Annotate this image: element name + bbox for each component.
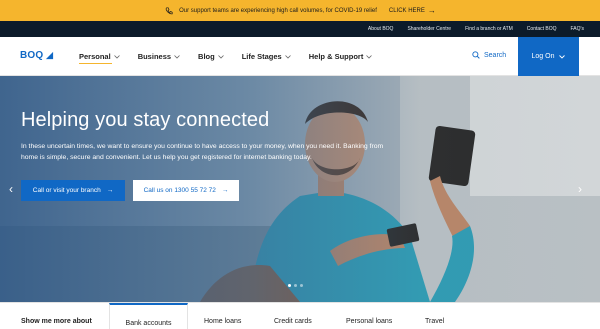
chevron-down-icon <box>217 54 224 59</box>
carousel-next-button[interactable]: › <box>578 182 582 196</box>
primary-menu: Personal Business Blog Life Stages Help … <box>79 37 373 76</box>
menu-label: Life Stages <box>241 52 282 61</box>
utility-link-find-branch[interactable]: Find a branch or ATM <box>465 26 513 32</box>
hero-title: Helping you stay connected <box>21 109 270 131</box>
menu-label: Business <box>137 52 172 61</box>
button-label: Call or visit your branch <box>32 187 101 194</box>
alert-cta-label: CLICK HERE <box>388 7 425 14</box>
tab-personal-loans[interactable]: Personal loans <box>346 318 392 325</box>
utility-link-shareholder[interactable]: Shareholder Centre <box>407 26 451 32</box>
hero-carousel: Helping you stay connected In these unce… <box>0 76 600 302</box>
logo-text: BOQ <box>20 50 44 61</box>
search-icon <box>472 51 480 59</box>
tab-home-loans[interactable]: Home loans <box>204 318 241 325</box>
utility-link-about[interactable]: About BOQ <box>368 26 394 32</box>
carousel-prev-button[interactable]: ‹ <box>9 182 13 196</box>
chevron-left-icon: ‹ <box>9 182 13 196</box>
menu-item-help-support[interactable]: Help & Support <box>309 37 373 76</box>
arrow-right-icon: → <box>221 187 229 194</box>
hero-body: In these uncertain times, we want to ens… <box>21 143 384 161</box>
menu-item-life-stages[interactable]: Life Stages <box>242 37 291 76</box>
tab-travel[interactable]: Travel <box>425 318 444 325</box>
chevron-down-icon <box>559 54 566 59</box>
alert-banner: Our support teams are experiencing high … <box>0 0 600 21</box>
boq-logo[interactable]: BOQ <box>20 50 54 61</box>
carousel-indicators <box>288 284 303 287</box>
button-label: Call us on 1300 55 72 72 <box>143 187 216 194</box>
carousel-dot[interactable] <box>300 284 303 287</box>
carousel-dot[interactable] <box>288 284 291 287</box>
menu-item-blog[interactable]: Blog <box>198 37 224 76</box>
chevron-down-icon <box>174 54 180 59</box>
chevron-right-icon: › <box>578 182 582 196</box>
log-on-label: Log On <box>531 53 555 60</box>
log-on-button[interactable]: Log On <box>518 37 579 76</box>
alert-message: Our support teams are experiencing high … <box>179 7 377 14</box>
utility-link-contact[interactable]: Contact BOQ <box>527 26 557 32</box>
alert-click-here-link[interactable]: CLICK HERE → <box>388 5 436 15</box>
menu-label: Help & Support <box>308 52 364 61</box>
menu-item-personal[interactable]: Personal <box>79 37 120 76</box>
menu-label: Personal <box>79 52 111 61</box>
menu-label: Blog <box>198 52 215 61</box>
menu-item-business[interactable]: Business <box>138 37 180 76</box>
search-button[interactable]: Search <box>472 51 506 59</box>
call-or-visit-branch-button[interactable]: Call or visit your branch → <box>21 180 125 201</box>
tab-bank-accounts[interactable]: Bank accounts <box>109 303 188 329</box>
call-us-button[interactable]: Call us on 1300 55 72 72 → <box>133 180 239 201</box>
arrow-right-icon: → <box>106 187 114 194</box>
tabs-heading: Show me more about <box>21 318 92 325</box>
utility-bar: About BOQ Shareholder Centre Find a bran… <box>0 21 600 37</box>
tab-credit-cards[interactable]: Credit cards <box>274 318 312 325</box>
carousel-dot[interactable] <box>294 284 297 287</box>
chevron-down-icon <box>366 54 373 59</box>
logo-mark-icon <box>46 51 54 60</box>
product-tabs: Show me more about Bank accounts Home lo… <box>0 302 600 329</box>
main-navigation: BOQ Personal Business Blog Life Stages H… <box>0 37 600 76</box>
phone-icon <box>164 6 173 15</box>
search-label: Search <box>484 51 507 59</box>
chevron-down-icon <box>113 54 120 59</box>
utility-link-faqs[interactable]: FAQ's <box>571 26 584 32</box>
arrow-right-icon: → <box>427 5 436 15</box>
chevron-down-icon <box>284 54 291 59</box>
